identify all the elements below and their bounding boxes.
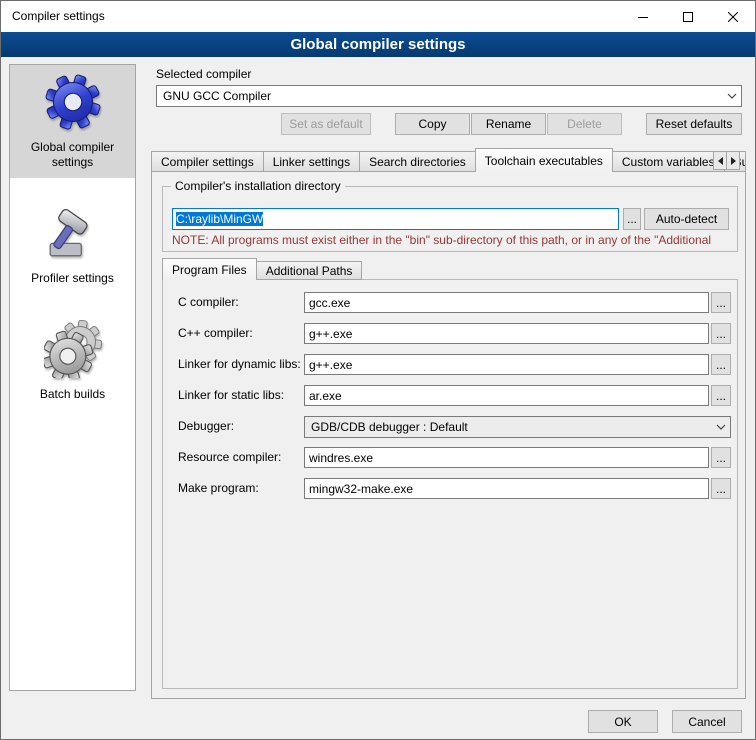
field-label: Linker for dynamic libs:	[178, 357, 301, 371]
static-linker-input[interactable]	[304, 385, 709, 406]
browse-button[interactable]: ...	[711, 292, 731, 313]
resource-compiler-input[interactable]	[304, 447, 709, 468]
blue-gear-icon	[44, 73, 102, 131]
close-icon	[728, 12, 738, 22]
browse-button[interactable]: ...	[711, 354, 731, 375]
field-label: Debugger:	[178, 419, 234, 433]
maximize-icon	[683, 12, 693, 22]
settings-tabbar: Compiler settings Linker settings Search…	[151, 148, 746, 172]
installation-directory-value: C:\raylib\MinGW	[176, 212, 263, 226]
subtab-program-files[interactable]: Program Files	[162, 258, 257, 280]
auto-detect-button[interactable]: Auto-detect	[644, 208, 729, 230]
compiler-settings-dialog: Compiler settings Global compiler settin…	[0, 0, 756, 740]
tab-toolchain-executables[interactable]: Toolchain executables	[475, 148, 613, 172]
set-as-default-button[interactable]: Set as default	[281, 113, 371, 135]
ok-button[interactable]: OK	[588, 710, 658, 733]
field-label: Linker for static libs:	[178, 388, 284, 402]
tab-scroll-right-button[interactable]	[726, 151, 740, 170]
tab-linker-settings[interactable]: Linker settings	[263, 151, 360, 172]
field-label: C compiler:	[178, 295, 239, 309]
installation-note: NOTE: All programs must exist either in …	[172, 233, 728, 247]
compiler-select-value: GNU GCC Compiler	[157, 89, 723, 103]
tab-compiler-settings[interactable]: Compiler settings	[151, 151, 264, 172]
cancel-button[interactable]: Cancel	[672, 710, 742, 733]
tab-search-directories[interactable]: Search directories	[359, 151, 476, 172]
arrow-right-icon	[730, 157, 737, 165]
debugger-select[interactable]: GDB/CDB debugger : Default	[304, 416, 731, 438]
window-title: Compiler settings	[12, 1, 105, 32]
cpp-compiler-input[interactable]	[304, 323, 709, 344]
tab-custom-variables[interactable]: Custom variables	[612, 151, 725, 172]
c-compiler-input[interactable]	[304, 292, 709, 313]
gray-gears-icon	[44, 320, 102, 378]
installation-directory-label: Compiler's installation directory	[171, 179, 345, 194]
subtab-additional-paths[interactable]: Additional Paths	[256, 261, 363, 280]
close-button[interactable]	[710, 1, 755, 32]
field-label: C++ compiler:	[178, 326, 253, 340]
settings-sidebar: Global compiler settings Profiler settin…	[9, 64, 136, 691]
field-row-make-program: Make program: ...	[163, 478, 739, 500]
rename-button[interactable]: Rename	[471, 113, 546, 135]
reset-defaults-button[interactable]: Reset defaults	[646, 113, 742, 135]
field-row-cpp-compiler: C++ compiler: ...	[163, 323, 739, 345]
tab-scroll-left-button[interactable]	[713, 151, 727, 170]
dynamic-linker-input[interactable]	[304, 354, 709, 375]
debugger-select-value: GDB/CDB debugger : Default	[305, 420, 712, 434]
titlebar: Compiler settings	[1, 1, 755, 32]
make-program-input[interactable]	[304, 478, 709, 499]
browse-button[interactable]: ...	[711, 478, 731, 499]
chevron-down-icon	[723, 86, 741, 106]
window-controls	[620, 1, 755, 32]
minimize-button[interactable]	[620, 1, 665, 32]
toolchain-executables-page: Compiler's installation directory C:\ray…	[151, 171, 746, 699]
tab-scroll-controls	[714, 151, 740, 170]
compiler-select[interactable]: GNU GCC Compiler	[156, 85, 742, 107]
arrow-left-icon	[717, 157, 724, 165]
page-title-banner: Global compiler settings	[1, 32, 755, 57]
maximize-button[interactable]	[665, 1, 710, 32]
field-row-c-compiler: C compiler: ...	[163, 292, 739, 314]
field-label: Make program:	[178, 481, 259, 495]
sidebar-item-global-compiler-settings[interactable]: Global compiler settings	[10, 65, 135, 178]
chevron-down-icon	[712, 417, 730, 437]
browse-button[interactable]: ...	[711, 385, 731, 406]
sidebar-item-label: Profiler settings	[13, 271, 132, 286]
installation-directory-input[interactable]: C:\raylib\MinGW	[172, 208, 619, 230]
sidebar-item-label: Global compiler settings	[13, 140, 132, 170]
installation-directory-groupbox: Compiler's installation directory C:\ray…	[162, 186, 738, 252]
sidebar-item-label: Batch builds	[13, 387, 132, 402]
minimize-icon	[638, 12, 648, 22]
field-row-resource-compiler: Resource compiler: ...	[163, 447, 739, 469]
delete-button[interactable]: Delete	[547, 113, 622, 135]
field-row-debugger: Debugger: GDB/CDB debugger : Default	[163, 416, 739, 438]
browse-directory-button[interactable]: ...	[623, 208, 641, 230]
field-label: Resource compiler:	[178, 450, 281, 464]
copy-button[interactable]: Copy	[395, 113, 470, 135]
browse-button[interactable]: ...	[711, 447, 731, 468]
field-row-dynamic-linker: Linker for dynamic libs: ...	[163, 354, 739, 376]
program-files-subtabbar: Program Files Additional Paths	[162, 258, 362, 280]
browse-button[interactable]: ...	[711, 323, 731, 344]
selected-compiler-label: Selected compiler	[156, 67, 251, 81]
sidebar-item-profiler-settings[interactable]: Profiler settings	[10, 196, 135, 294]
sidebar-item-batch-builds[interactable]: Batch builds	[10, 312, 135, 410]
field-row-static-linker: Linker for static libs: ...	[163, 385, 739, 407]
profiler-tool-icon	[44, 204, 102, 262]
program-files-panel: C compiler: ... C++ compiler: ... Linker…	[162, 279, 738, 689]
